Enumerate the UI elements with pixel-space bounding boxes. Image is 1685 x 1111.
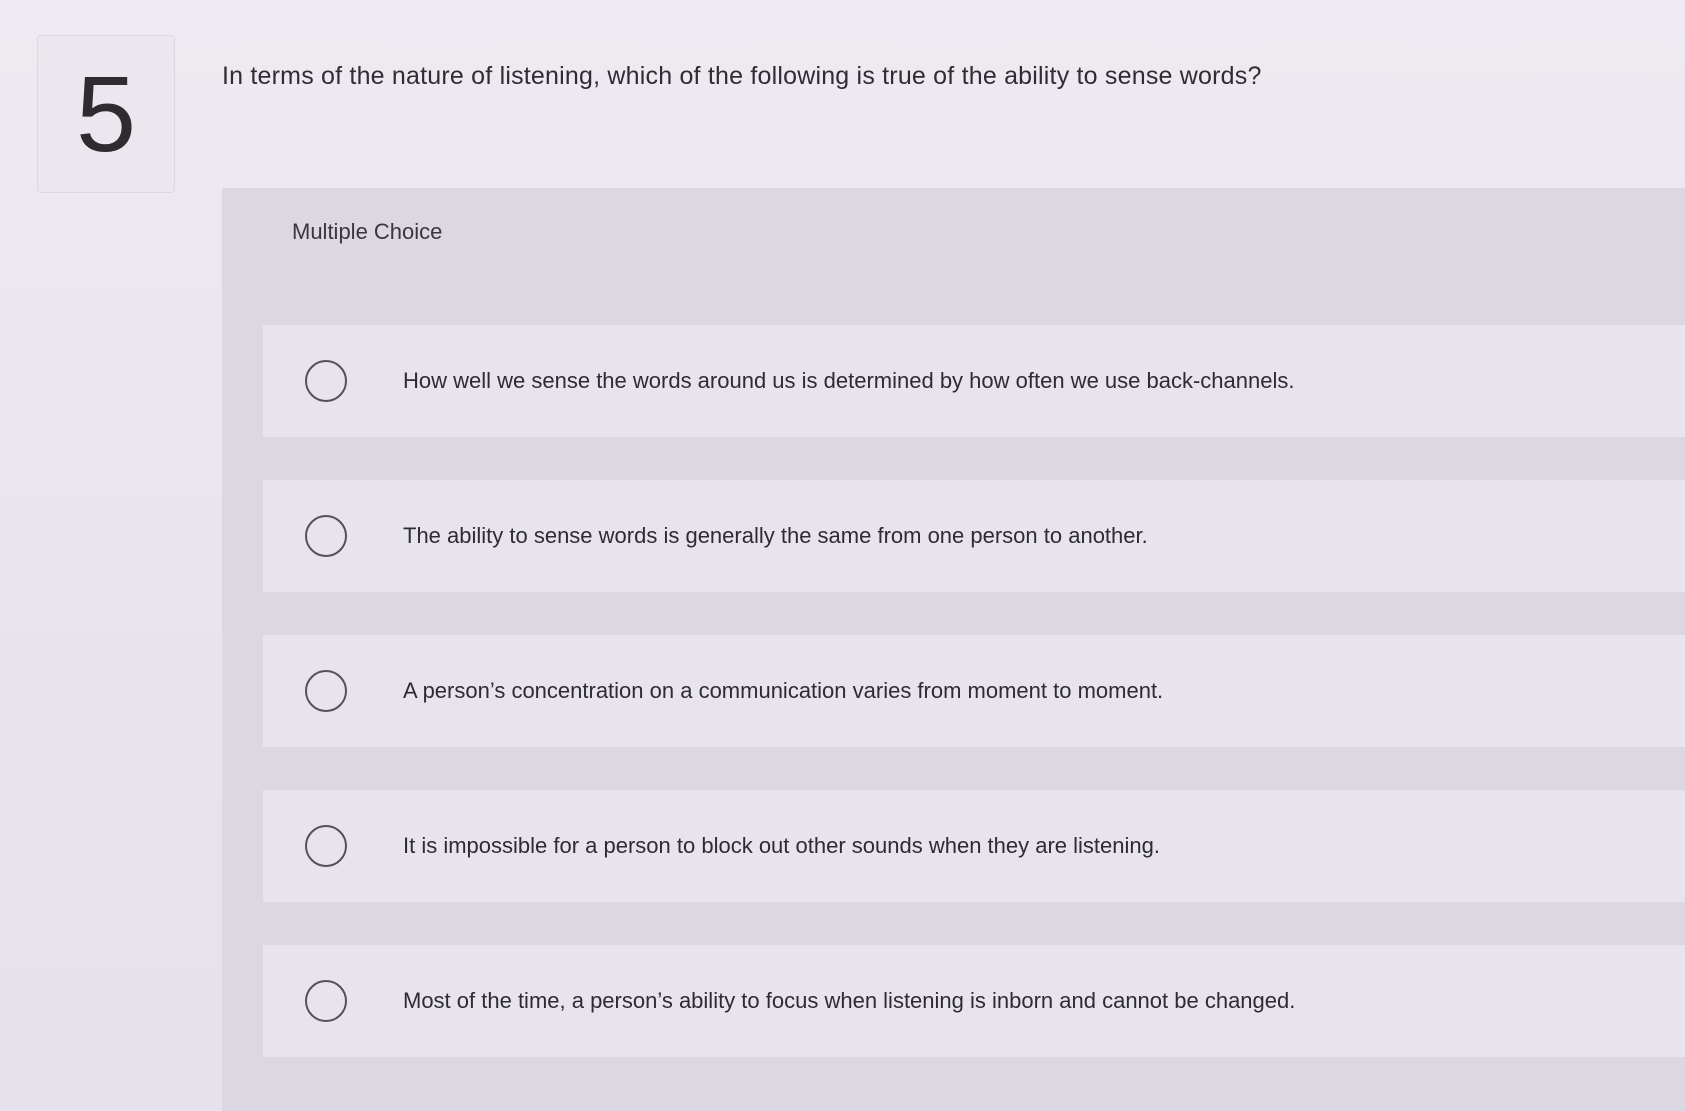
choice-option-5[interactable]: Most of the time, a person’s ability to …: [263, 945, 1685, 1057]
radio-button-icon[interactable]: [305, 515, 347, 557]
choice-option-2[interactable]: The ability to sense words is generally …: [263, 480, 1685, 592]
choice-option-4[interactable]: It is impossible for a person to block o…: [263, 790, 1685, 902]
question-number-box: 5: [37, 35, 175, 193]
radio-button-icon[interactable]: [305, 825, 347, 867]
choice-option-1[interactable]: How well we sense the words around us is…: [263, 325, 1685, 437]
radio-button-icon[interactable]: [305, 670, 347, 712]
radio-button-icon[interactable]: [305, 980, 347, 1022]
choice-label: Most of the time, a person’s ability to …: [403, 988, 1296, 1013]
question-number: 5: [75, 53, 137, 174]
choice-label: A person’s concentration on a communicat…: [403, 678, 1164, 703]
choice-option-3[interactable]: A person’s concentration on a communicat…: [263, 635, 1685, 747]
answer-type-label: Multiple Choice: [292, 219, 443, 244]
question-text: In terms of the nature of listening, whi…: [222, 62, 1262, 90]
choice-label: The ability to sense words is generally …: [403, 523, 1148, 548]
radio-button-icon[interactable]: [305, 360, 347, 402]
choice-label: How well we sense the words around us is…: [403, 368, 1295, 393]
choice-label: It is impossible for a person to block o…: [403, 833, 1160, 858]
